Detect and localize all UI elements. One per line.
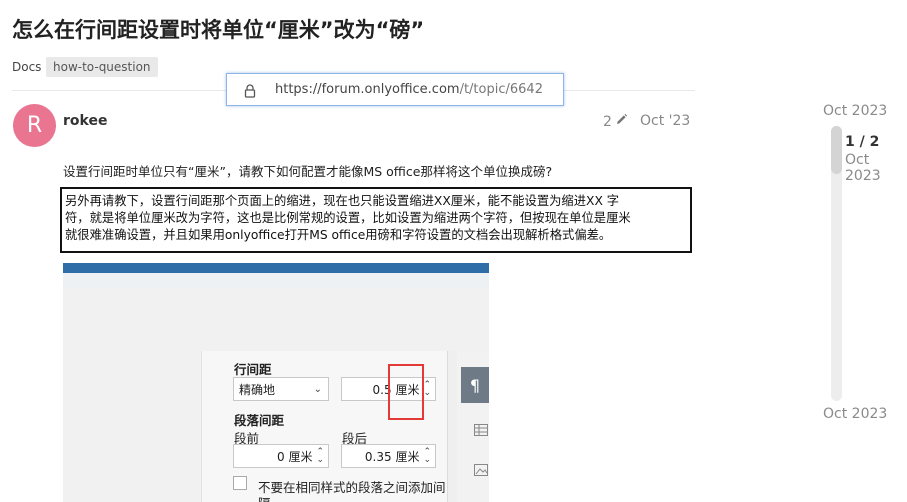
- screenshot-divider: [447, 351, 457, 502]
- quoted-text-box: 另外再请教下，设置行间距那个页面上的缩进，现在也只能设置缩进XX厘米，能不能设置…: [60, 187, 692, 253]
- url-text: https://forum.onlyoffice.com/t/topic/664…: [275, 82, 543, 97]
- stepper-icon: ⌃ ⌄: [423, 447, 431, 465]
- url-popup[interactable]: https://forum.onlyoffice.com/t/topic/664…: [226, 73, 564, 106]
- line-spacing-label: 行间距: [234, 362, 272, 377]
- paragraph-spacing-label: 段落间距: [234, 413, 285, 428]
- screenshot-toolbar-light: [63, 273, 489, 289]
- chevron-down-icon: ⌄: [313, 383, 322, 395]
- no-space-checkbox: [233, 476, 247, 490]
- topic-title[interactable]: 怎么在行间距设置时将单位“厘米”改为“磅”: [12, 14, 424, 44]
- pencil-icon: [615, 113, 628, 130]
- url-host: https://forum.onlyoffice.com: [275, 82, 460, 97]
- url-path: /t/topic/6642: [459, 82, 543, 97]
- quote-line: 就很难准确设置，并且如果用onlyoffice打开MS office用磅和字符设…: [65, 228, 612, 242]
- category-link[interactable]: Docs: [12, 60, 41, 74]
- line-spacing-mode-select: 精确地 ⌄: [233, 377, 329, 401]
- line-spacing-mode-value: 精确地: [239, 382, 276, 397]
- after-spacing-value: 0.35 厘米: [364, 449, 420, 464]
- no-space-label-cont: 隔: [258, 493, 271, 502]
- post-date[interactable]: Oct '23: [640, 113, 690, 129]
- timeline-end-date[interactable]: Oct 2023: [823, 406, 887, 422]
- table-icon: [474, 421, 488, 440]
- screenshot-scrollbar: [201, 351, 215, 502]
- quote-line: 符，就是将单位厘米改为字符，这也是比例常规的设置，比如设置为缩进两个字符，但按现…: [65, 211, 631, 225]
- tag-badge[interactable]: how-to-question: [46, 57, 158, 77]
- after-spacing-input: 0.35 厘米 ⌃ ⌄: [341, 444, 436, 468]
- timeline-start-date[interactable]: Oct 2023: [823, 103, 887, 119]
- before-spacing-value: 0 厘米: [277, 449, 313, 464]
- post-username[interactable]: rokee: [63, 113, 107, 129]
- quote-line: 另外再请教下，设置行间距那个页面上的缩进，现在也只能设置缩进XX厘米，能不能设置…: [65, 194, 620, 208]
- before-spacing-input: 0 厘米 ⌃ ⌄: [233, 444, 329, 468]
- post-paragraph: 设置行间距时单位只有“厘米”，请教下如何配置才能像MS office那样将这个单…: [63, 164, 553, 179]
- timeline-current-date: Oct 2023: [845, 152, 881, 184]
- edit-count: 2: [603, 113, 612, 130]
- avatar[interactable]: R: [13, 104, 56, 147]
- screenshot-toolbar-strip: [63, 263, 489, 273]
- edit-history-button[interactable]: 2: [603, 113, 628, 130]
- lock-icon: [243, 83, 257, 98]
- image-icon: [474, 461, 488, 480]
- paragraph-settings-icon: ¶: [461, 367, 489, 403]
- highlight-box: [388, 364, 424, 420]
- timeline-scroll-handle[interactable]: [831, 126, 842, 174]
- timeline-position: 1 / 2: [845, 134, 880, 150]
- stepper-icon: ⌃ ⌄: [316, 447, 324, 465]
- no-space-label: 不要在相同样式的段落之间添加间: [258, 480, 446, 495]
- stepper-icon: ⌃ ⌄: [423, 380, 431, 398]
